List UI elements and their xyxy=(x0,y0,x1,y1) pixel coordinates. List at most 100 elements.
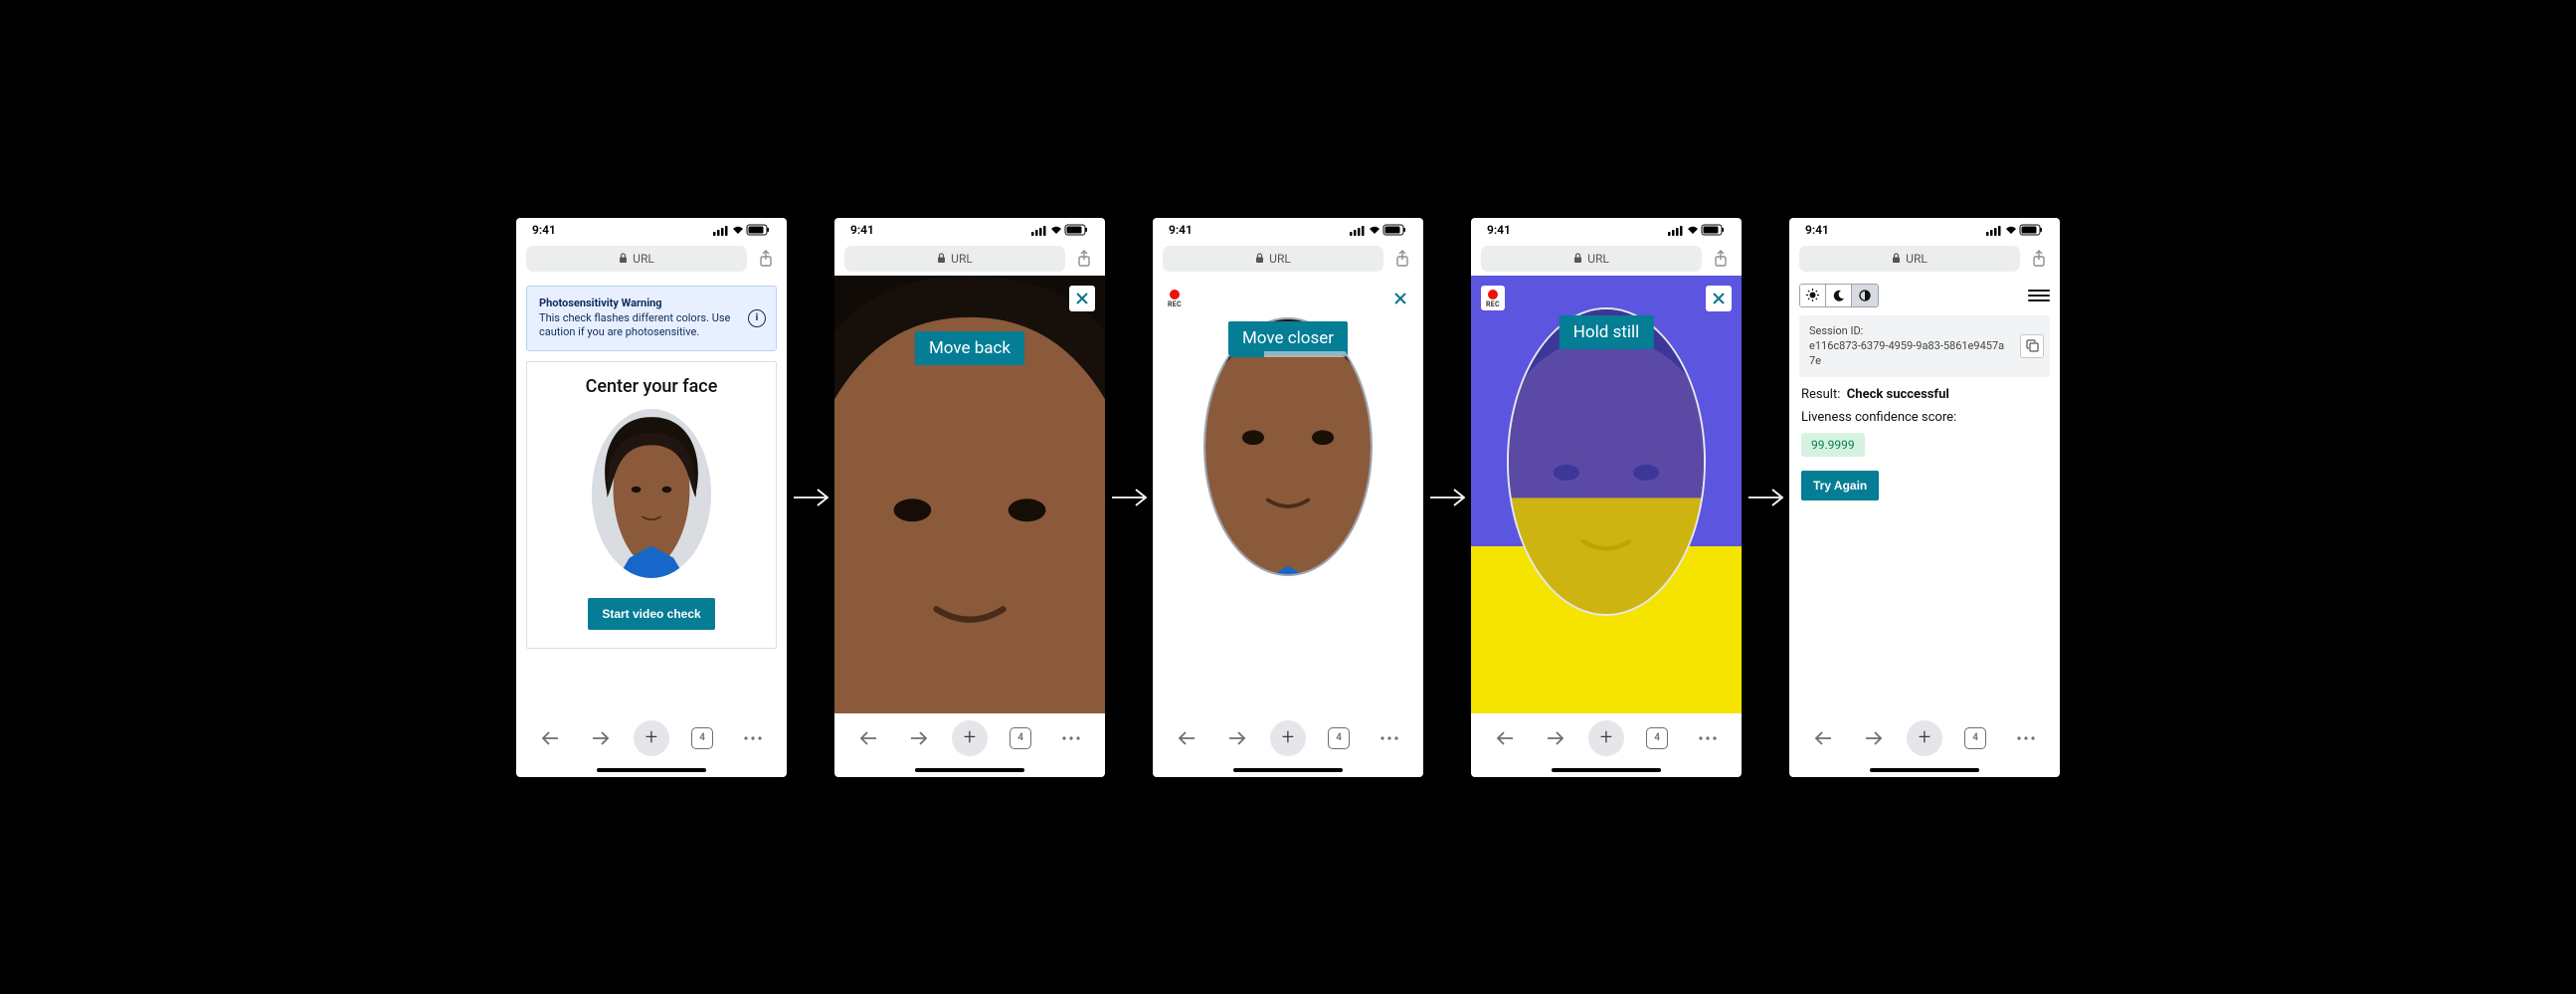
nav-forward-button[interactable] xyxy=(1219,720,1255,756)
close-icon xyxy=(1392,291,1408,306)
close-button[interactable] xyxy=(1387,286,1413,311)
share-icon xyxy=(1394,250,1410,268)
contrast-icon xyxy=(1859,290,1871,301)
nav-back-button[interactable] xyxy=(1805,720,1841,756)
nav-tabs-button[interactable]: 4 xyxy=(1003,720,1038,756)
recording-badge: REC xyxy=(1481,286,1505,310)
session-id-label: Session ID: xyxy=(1809,323,2010,338)
url-bar[interactable]: URL xyxy=(1481,246,1702,272)
share-button[interactable] xyxy=(1073,248,1095,270)
nav-forward-button[interactable] xyxy=(901,720,937,756)
url-bar[interactable]: URL xyxy=(526,246,747,272)
ellipsis-icon xyxy=(743,735,763,741)
theme-dark-button[interactable] xyxy=(1826,285,1852,306)
menu-button[interactable] xyxy=(2028,290,2050,301)
status-indicators xyxy=(1350,223,1407,237)
nav-forward-button[interactable] xyxy=(1856,720,1892,756)
share-icon xyxy=(1076,250,1092,268)
url-bar-row: URL xyxy=(834,242,1105,276)
status-bar: 9:41 xyxy=(1153,218,1423,242)
browser-bottom-nav: + 4 xyxy=(1789,713,2060,763)
theme-toggle-group xyxy=(1799,284,1879,307)
nav-tabs-button[interactable]: 4 xyxy=(684,720,720,756)
sun-icon xyxy=(1806,289,1819,301)
liveness-flow-diagram: 9:41 URL Photosensitivity Warning This c… xyxy=(516,218,2060,777)
nav-newtab-button[interactable]: + xyxy=(952,720,988,756)
progress-bar xyxy=(1229,351,1347,357)
status-time: 9:41 xyxy=(1487,223,1511,237)
nav-newtab-button[interactable]: + xyxy=(634,720,669,756)
share-button[interactable] xyxy=(2028,248,2050,270)
url-text: URL xyxy=(951,252,973,266)
share-icon xyxy=(2031,250,2047,268)
camera-view: REC Hold still xyxy=(1471,276,1742,713)
share-icon xyxy=(1713,250,1729,268)
score-value-pill: 99.9999 xyxy=(1801,433,1865,457)
nav-tabs-button[interactable]: 4 xyxy=(1639,720,1675,756)
url-bar[interactable]: URL xyxy=(844,246,1065,272)
phone-frame-5: 9:41 URL Session ID: e116c873-6379-495 xyxy=(1789,218,2060,777)
face-preview-oval xyxy=(592,409,711,578)
nav-back-button[interactable] xyxy=(532,720,568,756)
url-text: URL xyxy=(1906,252,1928,266)
nav-newtab-button[interactable]: + xyxy=(1270,720,1306,756)
close-button[interactable] xyxy=(1069,286,1095,311)
arrow-left-icon xyxy=(540,730,560,746)
status-time: 9:41 xyxy=(850,223,874,237)
url-text: URL xyxy=(1269,252,1291,266)
nav-newtab-button[interactable]: + xyxy=(1588,720,1624,756)
share-button[interactable] xyxy=(1710,248,1732,270)
rec-label: REC xyxy=(1168,300,1182,308)
share-button[interactable] xyxy=(755,248,777,270)
instruction-pill: Hold still xyxy=(1560,315,1654,349)
status-time: 9:41 xyxy=(1805,223,1829,237)
lock-icon xyxy=(1573,253,1582,264)
result-label: Result: xyxy=(1801,387,1840,402)
result-value: Check successful xyxy=(1847,387,1949,402)
rec-label: REC xyxy=(1486,300,1500,308)
nav-more-button[interactable] xyxy=(2008,720,2044,756)
copy-session-id-button[interactable] xyxy=(2020,334,2044,358)
home-indicator xyxy=(1789,763,2060,777)
info-icon[interactable]: i xyxy=(748,309,766,327)
nav-more-button[interactable] xyxy=(1053,720,1089,756)
tabs-count-badge: 4 xyxy=(691,727,713,749)
url-bar-row: URL xyxy=(1471,242,1742,276)
copy-icon xyxy=(2026,339,2039,352)
nav-more-button[interactable] xyxy=(735,720,771,756)
nav-forward-button[interactable] xyxy=(583,720,619,756)
status-indicators xyxy=(1031,223,1089,237)
session-id-box: Session ID: e116c873-6379-4959-9a83-5861… xyxy=(1799,315,2050,377)
start-video-check-button[interactable]: Start video check xyxy=(588,598,714,630)
status-bar: 9:41 xyxy=(1789,218,2060,242)
close-icon xyxy=(1074,291,1090,306)
rec-dot-icon xyxy=(1170,290,1180,299)
flow-arrow xyxy=(1742,486,1789,509)
nav-back-button[interactable] xyxy=(1169,720,1204,756)
close-button[interactable] xyxy=(1706,286,1732,311)
status-bar: 9:41 xyxy=(516,218,787,242)
home-indicator xyxy=(516,763,787,777)
url-bar[interactable]: URL xyxy=(1799,246,2020,272)
url-text: URL xyxy=(1587,252,1609,266)
session-id-value: e116c873-6379-4959-9a83-5861e9457a7e xyxy=(1809,338,2010,369)
nav-more-button[interactable] xyxy=(1372,720,1407,756)
theme-light-button[interactable] xyxy=(1800,285,1826,306)
flow-arrow xyxy=(1423,486,1471,509)
home-indicator xyxy=(834,763,1105,777)
nav-tabs-button[interactable]: 4 xyxy=(1321,720,1357,756)
status-indicators xyxy=(1986,223,2044,237)
nav-forward-button[interactable] xyxy=(1538,720,1573,756)
nav-newtab-button[interactable]: + xyxy=(1907,720,1942,756)
nav-back-button[interactable] xyxy=(850,720,886,756)
theme-contrast-button[interactable] xyxy=(1852,285,1878,306)
try-again-button[interactable]: Try Again xyxy=(1801,471,1879,500)
share-button[interactable] xyxy=(1391,248,1413,270)
status-bar: 9:41 xyxy=(1471,218,1742,242)
url-bar[interactable]: URL xyxy=(1163,246,1383,272)
center-face-heading: Center your face xyxy=(537,376,766,397)
score-label: Liveness confidence score: xyxy=(1789,406,2060,433)
nav-tabs-button[interactable]: 4 xyxy=(1957,720,1993,756)
nav-more-button[interactable] xyxy=(1690,720,1726,756)
nav-back-button[interactable] xyxy=(1487,720,1523,756)
